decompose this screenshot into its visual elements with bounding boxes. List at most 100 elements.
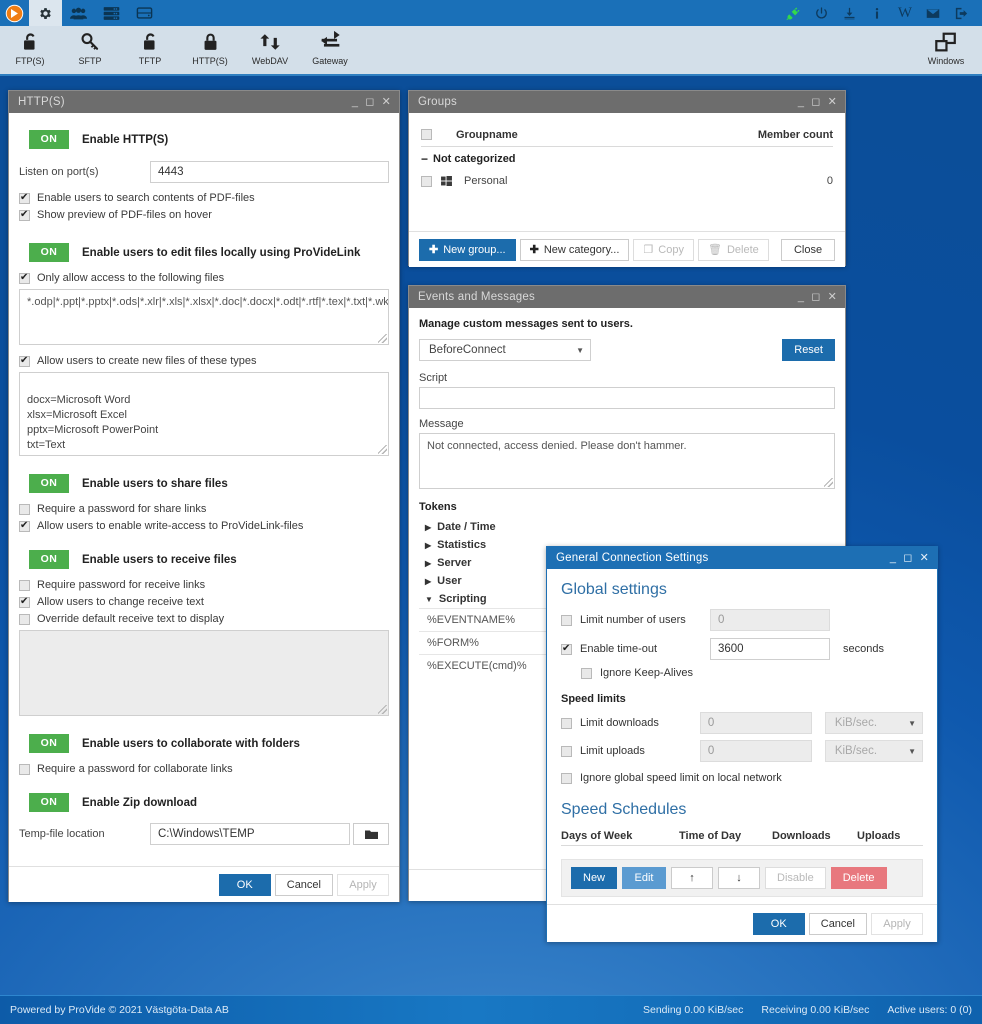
maximize-icon[interactable]: ◻ [811, 292, 820, 303]
checkbox-icon[interactable] [19, 764, 30, 775]
ignore-local-speed-row[interactable]: Ignore global speed limit on local netwo… [561, 772, 923, 784]
select-all-checkbox[interactable] [421, 129, 432, 140]
ignore-keepalives-row[interactable]: Ignore Keep-Alives [581, 667, 923, 679]
maximize-icon[interactable]: ◻ [811, 97, 820, 108]
tab-users[interactable] [62, 0, 95, 26]
mail-icon[interactable] [920, 0, 946, 26]
schedule-move-up-button[interactable]: ↑ [671, 867, 713, 889]
row-checkbox[interactable] [421, 176, 432, 187]
close-icon[interactable]: ✕ [828, 97, 837, 108]
ignore-local-checkbox[interactable] [561, 773, 572, 784]
plug-connected-icon[interactable] [780, 0, 806, 26]
window-titlebar[interactable]: HTTP(S) _ ◻ ✕ [9, 91, 399, 113]
window-titlebar[interactable]: General Connection Settings _ ◻ ✕ [547, 547, 937, 569]
checkbox-icon[interactable] [19, 356, 30, 367]
pdf-preview-checkbox-row[interactable]: Show preview of PDF-files on hover [19, 209, 389, 221]
receive-files-toggle[interactable]: ON [29, 550, 69, 569]
limit-downloads-input[interactable]: 0 [700, 712, 812, 734]
checkbox-icon[interactable] [19, 614, 30, 625]
downloads-unit-select[interactable]: KiB/sec. ▼ [825, 712, 923, 734]
receive-text-textarea[interactable] [19, 630, 389, 716]
only-allow-checkbox-row[interactable]: Only allow access to the following files [19, 272, 389, 284]
table-row[interactable]: Personal 0 [421, 170, 833, 192]
limit-uploads-checkbox[interactable] [561, 746, 572, 757]
receive-password-checkbox-row[interactable]: Require password for receive links [19, 579, 389, 591]
enable-timeout-checkbox[interactable] [561, 644, 572, 655]
close-button[interactable]: Close [781, 239, 835, 261]
window-titlebar[interactable]: Groups _ ◻ ✕ [409, 91, 845, 113]
logout-icon[interactable] [948, 0, 974, 26]
event-select[interactable]: BeforeConnect ▼ [419, 339, 591, 361]
pdf-search-checkbox-row[interactable]: Enable users to search contents of PDF-f… [19, 192, 389, 204]
listen-port-input[interactable]: 4443 [150, 161, 389, 183]
info-icon[interactable] [864, 0, 890, 26]
browse-folder-button[interactable] [353, 823, 389, 845]
minimize-icon[interactable]: _ [798, 292, 804, 303]
token-group-date-time[interactable]: ▶ Date / Time [419, 518, 835, 536]
resize-grip-icon[interactable] [378, 334, 387, 343]
tab-settings[interactable] [29, 0, 62, 26]
resize-grip-icon[interactable] [378, 705, 387, 714]
minimize-icon[interactable]: _ [890, 553, 896, 564]
share-password-checkbox-row[interactable]: Require a password for share links [19, 503, 389, 515]
ribbon-item-https[interactable]: HTTP(S) [180, 26, 240, 74]
message-textarea[interactable]: Not connected, access denied. Please don… [419, 433, 835, 489]
limit-users-checkbox[interactable] [561, 615, 572, 626]
cancel-button[interactable]: Cancel [275, 874, 333, 896]
providelink-toggle[interactable]: ON [29, 243, 69, 262]
window-titlebar[interactable]: Events and Messages _ ◻ ✕ [409, 286, 845, 308]
collapse-icon[interactable]: − [421, 152, 428, 166]
power-icon[interactable] [808, 0, 834, 26]
copy-button[interactable]: ❐ Copy [633, 239, 694, 261]
temp-location-input[interactable]: C:\Windows\TEMP [150, 823, 350, 845]
maximize-icon[interactable]: ◻ [903, 553, 912, 564]
enable-https-toggle[interactable]: ON [29, 130, 69, 149]
cancel-button[interactable]: Cancel [809, 913, 867, 935]
script-input[interactable] [419, 387, 835, 409]
wikipedia-w-icon[interactable]: W [892, 0, 918, 26]
schedule-move-down-button[interactable]: ↓ [718, 867, 760, 889]
checkbox-icon[interactable] [19, 597, 30, 608]
collaborate-password-checkbox-row[interactable]: Require a password for collaborate links [19, 763, 389, 775]
uploads-unit-select[interactable]: KiB/sec. ▼ [825, 740, 923, 762]
schedule-disable-button[interactable]: Disable [765, 867, 826, 889]
schedule-new-button[interactable]: New [571, 867, 617, 889]
collaborate-toggle[interactable]: ON [29, 734, 69, 753]
ok-button[interactable]: OK [219, 874, 271, 896]
new-group-button[interactable]: ✚ New group... [419, 239, 516, 261]
ribbon-item-sftp[interactable]: SFTP [60, 26, 120, 74]
schedule-delete-button[interactable]: Delete [831, 867, 887, 889]
delete-button[interactable]: 🗑 Delete [698, 239, 769, 261]
apply-button[interactable]: Apply [871, 913, 923, 935]
ribbon-item-webdav[interactable]: WebDAV [240, 26, 300, 74]
minimize-icon[interactable]: _ [798, 97, 804, 108]
minimize-icon[interactable]: _ [352, 97, 358, 108]
ok-button[interactable]: OK [753, 913, 805, 935]
apply-button[interactable]: Apply [337, 874, 389, 896]
resize-grip-icon[interactable] [378, 445, 387, 454]
new-category-button[interactable]: ✚ New category... [520, 239, 630, 261]
create-types-textarea[interactable]: docx=Microsoft Word xlsx=Microsoft Excel… [19, 372, 389, 456]
write-access-checkbox-row[interactable]: Allow users to enable write-access to Pr… [19, 520, 389, 532]
share-files-toggle[interactable]: ON [29, 474, 69, 493]
tab-servers[interactable] [95, 0, 128, 26]
limit-uploads-input[interactable]: 0 [700, 740, 812, 762]
timeout-value-input[interactable]: 3600 [710, 638, 830, 660]
ignore-keepalives-checkbox[interactable] [581, 668, 592, 679]
change-receive-text-checkbox-row[interactable]: Allow users to change receive text [19, 596, 389, 608]
limit-users-input[interactable]: 0 [710, 609, 830, 631]
ribbon-item-tftp[interactable]: TFTP [120, 26, 180, 74]
resize-grip-icon[interactable] [824, 478, 833, 487]
tab-provide-logo[interactable] [0, 0, 29, 26]
group-category-row[interactable]: − Not categorized [421, 147, 833, 170]
checkbox-icon[interactable] [19, 273, 30, 284]
checkbox-icon[interactable] [19, 210, 30, 221]
close-icon[interactable]: ✕ [920, 553, 929, 564]
close-icon[interactable]: ✕ [828, 292, 837, 303]
zip-download-toggle[interactable]: ON [29, 793, 69, 812]
maximize-icon[interactable]: ◻ [365, 97, 374, 108]
ribbon-item-gateway[interactable]: Gateway [300, 26, 360, 74]
create-types-checkbox-row[interactable]: Allow users to create new files of these… [19, 355, 389, 367]
limit-downloads-checkbox[interactable] [561, 718, 572, 729]
ribbon-item-ftps[interactable]: FTP(S) [0, 26, 60, 74]
